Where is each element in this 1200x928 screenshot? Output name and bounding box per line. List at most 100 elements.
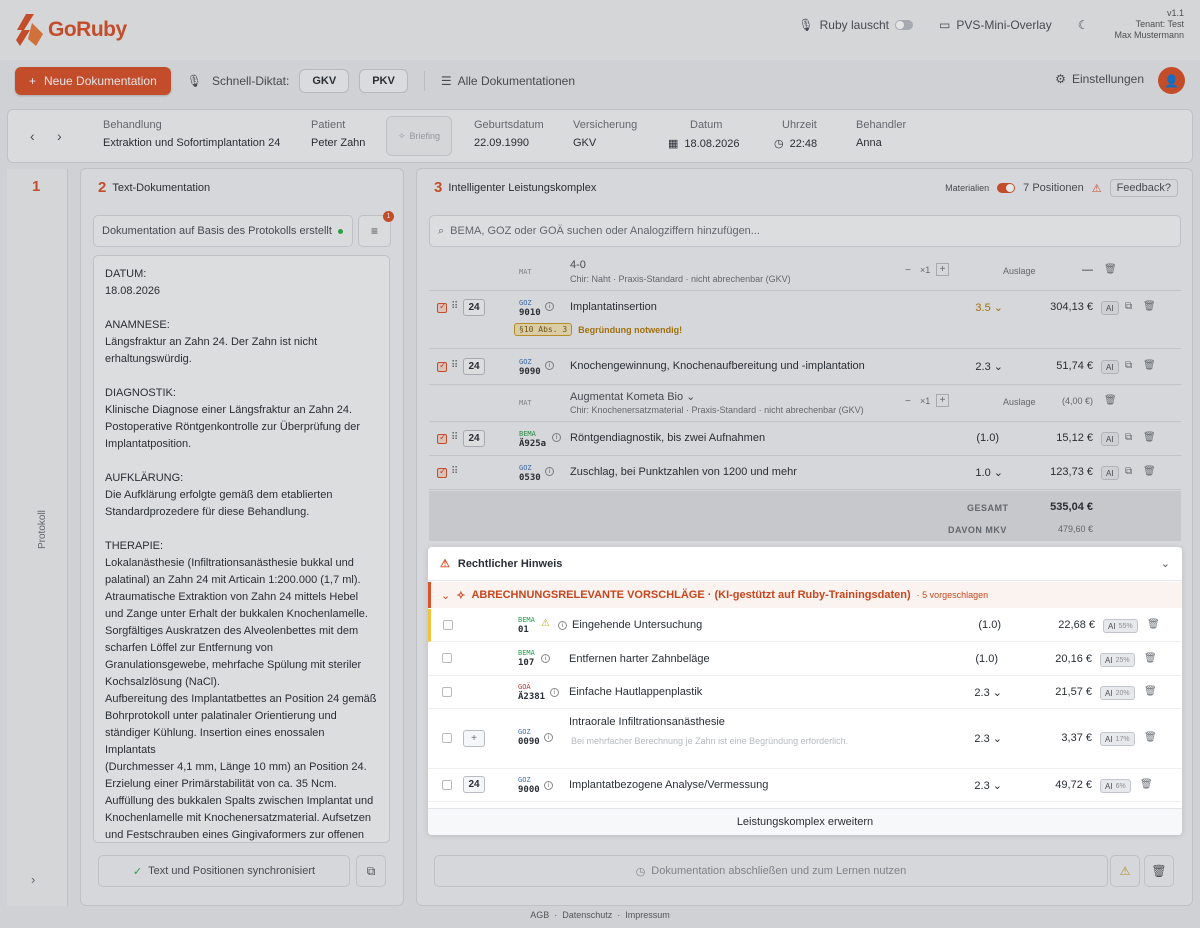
minus-icon[interactable]: − [905,265,911,276]
legal-notice-header[interactable]: ⚠ Rechtlicher Hinweis ⌄ [428,547,1182,581]
info-icon[interactable]: i [544,781,553,790]
position-checkbox[interactable] [437,360,447,372]
copy-icon[interactable]: ⧉ [1125,360,1132,371]
trash-icon[interactable]: 🗑 [1143,360,1156,371]
briefing-button[interactable]: ✧ Briefing [386,116,452,156]
tooth-number[interactable]: 24 [463,299,485,316]
avatar[interactable]: 👤 [1158,67,1185,94]
pvs-overlay-button[interactable]: ▭ PVS-Mini-Overlay [939,18,1052,32]
suggestion-row[interactable]: + GOZ 0090 i Intraorale Infiltrationsanäs… [428,709,1182,769]
info-icon[interactable]: i [558,621,567,630]
info-icon[interactable]: i [550,688,559,697]
feedback-button[interactable]: Feedback? [1109,179,1178,197]
tooth-number[interactable]: 24 [463,430,485,447]
suggestion-row[interactable]: BEMA 107 i Entfernen harter Zahnbeläge (1… [428,642,1182,676]
reason-required-text[interactable]: Begründung notwendig! [578,325,682,335]
position-checkbox[interactable] [437,301,447,313]
practitioner-field[interactable]: Behandler Anna [856,119,906,149]
add-tooth-button[interactable]: + [463,730,485,747]
drag-handle-icon[interactable]: ⠿ [451,301,458,312]
factor-select[interactable]: 3.5 ⌄ [963,301,1003,314]
code-search-input[interactable]: ⌕ BEMA, GOZ oder GOÄ suchen oder Analogz… [429,215,1181,247]
filter-button[interactable]: ≡ 1 [358,211,394,247]
factor-select[interactable]: 2.3 ⌄ [963,360,1003,373]
ruby-listening-toggle[interactable]: 🎙 Ruby lauscht [798,18,913,32]
copy-button[interactable]: ⧉ [356,855,386,887]
footer-link-agb[interactable]: AGB [530,910,549,920]
all-documentations-link[interactable]: ☰ Alle Dokumentationen [441,74,575,88]
factor-select[interactable]: 1.0 ⌄ [963,466,1003,479]
trash-icon[interactable]: 🗑 [1144,653,1157,664]
plus-icon[interactable]: + [936,394,949,407]
documentation-source-select[interactable]: Dokumentation auf Basis des Protokolls e… [93,215,353,247]
drag-handle-icon[interactable]: ⠿ [451,360,458,371]
suggestion-checkbox[interactable] [443,620,453,630]
trash-icon[interactable]: 🗑 [1143,432,1156,443]
logo[interactable]: GoRuby [16,13,127,47]
trash-icon[interactable]: 🗑 [1147,619,1160,630]
chevron-down-icon[interactable]: ⌄ [1161,557,1170,570]
tooth-number[interactable]: 24 [463,776,485,793]
info-icon[interactable]: i [545,302,554,311]
suggestion-checkbox[interactable] [442,733,452,743]
trash-icon[interactable]: 🗑 [1144,686,1157,697]
warning-button[interactable]: ⚠ [1110,855,1140,887]
new-documentation-button[interactable]: + Neue Dokumentation [15,67,171,95]
footer-link-privacy[interactable]: Datenschutz [562,910,612,920]
position-row[interactable]: ⠿ 24 GOZ9010 i Implantatinsertion §10 Ab… [429,292,1181,349]
paragraph-badge[interactable]: §10 Abs. 3 [514,323,573,336]
info-icon[interactable]: i [552,433,561,442]
suggestions-header[interactable]: ⌄ ✧ ABRECHNUNGSRELEVANTE VORSCHLÄGE · (K… [428,582,1182,608]
material-select[interactable]: Augmentat Kometa Bio ⌄ [570,390,695,403]
trash-icon[interactable]: 🗑 [1144,732,1157,743]
trash-icon[interactable]: 🗑 [1143,301,1156,312]
chevron-right-icon[interactable]: › [31,872,35,887]
trash-icon[interactable]: 🗑 [1104,395,1117,406]
patient-field[interactable]: Patient Peter Zahn [311,119,365,149]
position-row[interactable]: ⠿ 24 GOZ9090 i Knochengewinnung, Knochen… [429,350,1181,385]
trash-icon[interactable]: 🗑 [1143,466,1156,477]
sync-button[interactable]: ✓ Text und Positionen synchronisiert [98,855,350,887]
gkv-dictation-button[interactable]: GKV [299,69,350,93]
info-icon[interactable]: i [545,467,554,476]
suggestion-row[interactable]: BEMA 01 ⚠ i Eingehende Untersuchung (1.0)… [428,609,1182,642]
factor-select[interactable]: 2.3 ⌄ [962,732,1002,745]
pkv-dictation-button[interactable]: PKV [359,69,408,93]
chevron-down-icon[interactable]: ⌄ [441,589,450,602]
minus-icon[interactable]: − [905,396,911,407]
finish-documentation-button[interactable]: ◷ Dokumentation abschließen und zum Lern… [434,855,1108,887]
suggestion-row[interactable]: GOÄ Ä2381 i Einfache Hautlappenplastik 2.… [428,676,1182,709]
trash-icon[interactable]: 🗑 [1140,779,1153,790]
factor-select[interactable]: 2.3 ⌄ [962,686,1002,699]
copy-icon[interactable]: ⧉ [1125,466,1132,477]
date-field[interactable]: Datum ▦ 18.08.2026 [668,119,739,150]
copy-icon[interactable]: ⧉ [1125,301,1132,312]
time-field[interactable]: Uhrzeit ◷ 22:48 [774,119,817,150]
documentation-textarea[interactable]: DATUM: 18.08.2026 ANAMNESE: Längsfraktur an… [93,255,390,843]
info-icon[interactable]: i [545,361,554,370]
chevron-left-icon[interactable]: ‹ [30,128,35,144]
suggestion-checkbox[interactable] [442,780,452,790]
dark-mode-button[interactable]: ☾ [1078,18,1089,32]
position-row[interactable]: ⠿ 24 BEMAÄ925a i Röntgendiagnostik, bis … [429,423,1181,456]
settings-button[interactable]: ⚙ Einstellungen [1055,72,1144,86]
chevron-right-icon[interactable]: › [57,128,62,144]
suggestion-checkbox[interactable] [442,687,452,697]
delete-documentation-button[interactable]: 🗑 [1144,855,1174,887]
tooth-number[interactable]: 24 [463,358,485,375]
drag-handle-icon[interactable]: ⠿ [451,432,458,443]
copy-icon[interactable]: ⧉ [1125,432,1132,443]
plus-icon[interactable]: + [936,263,949,276]
factor-select[interactable]: 2.3 ⌄ [962,779,1002,792]
position-checkbox[interactable] [437,466,447,478]
treatment-field[interactable]: Behandlung Extraktion und Sofortimplanta… [103,119,280,149]
protocol-rail[interactable]: 1 Protokoll › [7,169,68,906]
suggestion-checkbox[interactable] [442,653,452,663]
ruby-toggle-switch[interactable] [895,19,913,30]
suggestion-row[interactable]: 24 GOZ 9000 i Implantatbezogene Analyse/V… [428,769,1182,802]
materials-toggle[interactable] [997,183,1016,193]
position-checkbox[interactable] [437,432,447,444]
expand-service-complex-button[interactable]: Leistungskomplex erweitern [428,808,1182,835]
info-icon[interactable]: i [544,733,553,742]
position-row[interactable]: ⠿ GOZ0530 i Zuschlag, bei Punktzahlen vo… [429,457,1181,490]
